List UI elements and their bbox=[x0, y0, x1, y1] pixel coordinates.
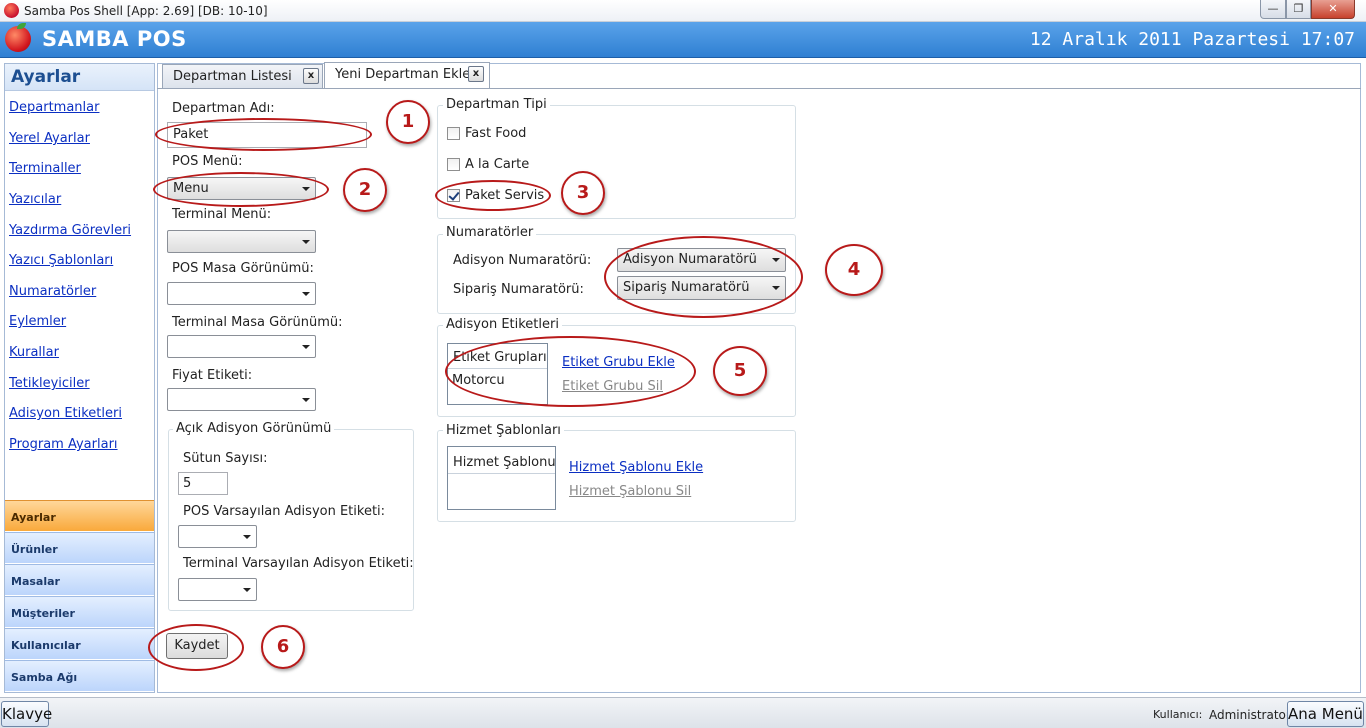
annotation-ring-2 bbox=[153, 172, 329, 207]
brand-title: SAMBA POS bbox=[42, 27, 187, 51]
annotation-number-5: 5 bbox=[713, 346, 767, 396]
sidebar: Ayarlar Departmanlar Yerel Ayarlar Termi… bbox=[4, 63, 155, 693]
chevron-down-icon bbox=[302, 291, 310, 296]
nav-section-ayarlar[interactable]: Ayarlar bbox=[5, 500, 154, 531]
sidebar-link-numaratorler[interactable]: Numaratörler bbox=[9, 284, 96, 299]
ticket-tags-title: Adisyon Etiketleri bbox=[443, 317, 562, 332]
chevron-down-icon bbox=[243, 534, 251, 539]
list-header-divider bbox=[448, 473, 555, 474]
tab-close-icon[interactable]: x bbox=[303, 68, 319, 84]
datetime-display: 12 Aralık 2011 Pazartesi 17:07 bbox=[1029, 29, 1355, 50]
chevron-down-icon bbox=[302, 239, 310, 244]
pos-default-tag-select[interactable] bbox=[178, 525, 257, 548]
numerators-title: Numaratörler bbox=[443, 225, 537, 240]
price-tag-select[interactable] bbox=[167, 388, 316, 411]
sidebar-link-kurallar[interactable]: Kurallar bbox=[9, 345, 59, 360]
service-templates-header: Hizmet Şablonu bbox=[453, 455, 556, 470]
chevron-down-icon bbox=[302, 397, 310, 402]
fast-food-checkbox[interactable] bbox=[447, 127, 460, 140]
service-templates-title: Hizmet Şablonları bbox=[443, 423, 564, 438]
annotation-number-6: 6 bbox=[261, 625, 305, 669]
app-header: SAMBA POS 12 Aralık 2011 Pazartesi 17:07 bbox=[0, 22, 1366, 58]
user-label: Kullanıcı: bbox=[1153, 708, 1203, 721]
sidebar-link-tetikleyiciler[interactable]: Tetikleyiciler bbox=[9, 376, 90, 391]
annotation-number-4: 4 bbox=[825, 244, 883, 296]
sidebar-link-yazici-sablonlari[interactable]: Yazıcı Şablonları bbox=[9, 253, 113, 268]
chevron-down-icon bbox=[302, 344, 310, 349]
tab-label: Yeni Departman Ekle bbox=[335, 67, 471, 82]
minimize-button[interactable]: — bbox=[1260, 0, 1286, 19]
chevron-down-icon bbox=[243, 587, 251, 592]
close-icon: ✕ bbox=[1328, 2, 1338, 15]
main-menu-button[interactable]: Ana Menü bbox=[1287, 701, 1364, 727]
apple-logo-icon bbox=[5, 26, 31, 52]
maximize-icon: ❐ bbox=[1293, 2, 1304, 15]
column-count-input[interactable]: 5 bbox=[178, 472, 228, 495]
status-bar: Klavye Kullanıcı: Administrator Ana Menü bbox=[0, 697, 1366, 728]
sidebar-link-departmanlar[interactable]: Departmanlar bbox=[9, 100, 99, 115]
terminal-menu-label: Terminal Menü: bbox=[172, 207, 272, 222]
pos-default-tag-label: POS Varsayılan Adisyon Etiketi: bbox=[183, 504, 386, 519]
sidebar-link-yazdirma-gorevleri[interactable]: Yazdırma Görevleri bbox=[9, 223, 131, 238]
annotation-number-3: 3 bbox=[561, 171, 605, 215]
terminal-default-tag-select[interactable] bbox=[178, 578, 257, 601]
terminal-table-view-select[interactable] bbox=[167, 335, 316, 358]
order-numerator-label: Sipariş Numaratörü: bbox=[453, 282, 584, 297]
a-la-carte-checkbox[interactable] bbox=[447, 158, 460, 171]
close-button[interactable]: ✕ bbox=[1311, 0, 1355, 19]
department-name-label: Departman Adı: bbox=[172, 101, 275, 116]
pos-menu-label: POS Menü: bbox=[172, 154, 243, 169]
window-title-bar: Samba Pos Shell [App: 2.69] [DB: 10-10] … bbox=[0, 0, 1366, 22]
annotation-number-2: 2 bbox=[343, 168, 387, 212]
fast-food-label: Fast Food bbox=[465, 126, 527, 141]
pos-table-view-label: POS Masa Görünümü: bbox=[172, 261, 314, 276]
nav-section-urunler[interactable]: Ürünler bbox=[5, 532, 154, 563]
maximize-button[interactable]: ❐ bbox=[1286, 0, 1311, 19]
department-type-title: Departman Tipi bbox=[443, 97, 550, 112]
nav-section-kullanicilar[interactable]: Kullanıcılar bbox=[5, 628, 154, 659]
window-title: Samba Pos Shell [App: 2.69] [DB: 10-10] bbox=[24, 4, 268, 18]
tab-label: Departman Listesi bbox=[173, 69, 292, 84]
annotation-ring-4 bbox=[604, 236, 803, 318]
minimize-icon: — bbox=[1267, 2, 1279, 15]
sidebar-link-yazicilar[interactable]: Yazıcılar bbox=[9, 192, 61, 207]
a-la-carte-label: A la Carte bbox=[465, 157, 530, 172]
nav-section-masalar[interactable]: Masalar bbox=[5, 564, 154, 595]
open-ticket-view-title: Açık Adisyon Görünümü bbox=[173, 421, 335, 436]
nav-section-musteriler[interactable]: Müşteriler bbox=[5, 596, 154, 627]
apple-icon bbox=[4, 3, 19, 18]
annotation-ring-3 bbox=[435, 180, 551, 211]
terminal-table-view-label: Terminal Masa Görünümü: bbox=[172, 315, 343, 330]
sidebar-title: Ayarlar bbox=[11, 67, 81, 87]
tab-departman-listesi[interactable]: Departman Listesi x bbox=[162, 64, 323, 88]
sidebar-link-terminaller[interactable]: Terminaller bbox=[9, 161, 81, 176]
annotation-number-1: 1 bbox=[386, 100, 430, 144]
sidebar-link-program-ayarlari[interactable]: Program Ayarları bbox=[9, 437, 118, 452]
sidebar-header: Ayarlar bbox=[5, 64, 154, 91]
terminal-menu-select[interactable] bbox=[167, 230, 316, 253]
price-tag-label: Fiyat Etiketi: bbox=[172, 368, 253, 383]
annotation-ring-6 bbox=[148, 624, 244, 671]
nav-section-samba-agi[interactable]: Samba Ağı bbox=[5, 660, 154, 691]
tab-close-icon[interactable]: x bbox=[468, 66, 484, 82]
pos-table-view-select[interactable] bbox=[167, 282, 316, 305]
annotation-ring-5 bbox=[445, 336, 696, 407]
remove-service-template-link[interactable]: Hizmet Şablonu Sil bbox=[569, 484, 691, 499]
add-service-template-link[interactable]: Hizmet Şablonu Ekle bbox=[569, 460, 703, 475]
sidebar-link-yerel-ayarlar[interactable]: Yerel Ayarlar bbox=[9, 131, 90, 146]
keyboard-button[interactable]: Klavye bbox=[1, 701, 52, 727]
sidebar-link-adisyon-etiketleri[interactable]: Adisyon Etiketleri bbox=[9, 406, 122, 421]
column-count-label: Sütun Sayısı: bbox=[183, 451, 268, 466]
terminal-default-tag-label: Terminal Varsayılan Adisyon Etiketi: bbox=[183, 556, 414, 571]
annotation-ring-1 bbox=[155, 118, 372, 151]
sidebar-link-eylemler[interactable]: Eylemler bbox=[9, 314, 66, 329]
tab-yeni-departman-ekle[interactable]: Yeni Departman Ekle x bbox=[324, 62, 490, 88]
user-name: Administrator bbox=[1209, 708, 1291, 722]
ticket-numerator-label: Adisyon Numaratörü: bbox=[453, 253, 592, 268]
